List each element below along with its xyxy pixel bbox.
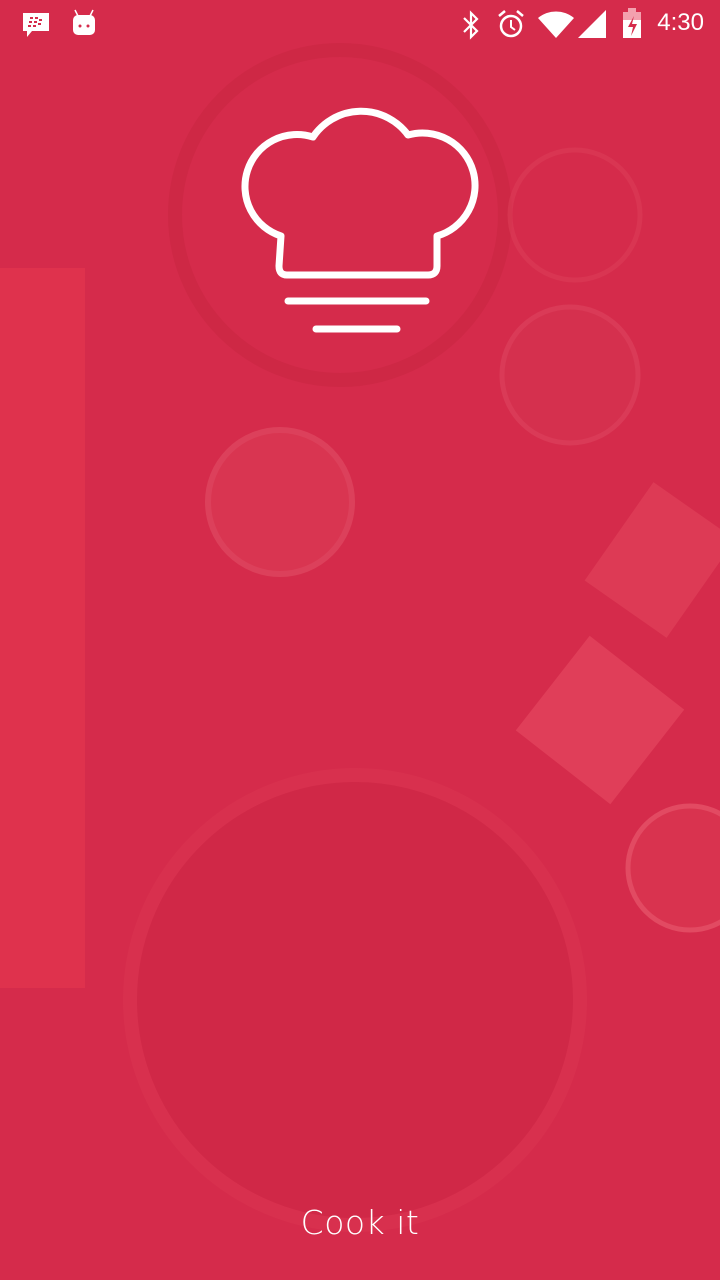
app-name: Cook it (300, 1203, 420, 1242)
chef-hat-icon (241, 107, 479, 333)
